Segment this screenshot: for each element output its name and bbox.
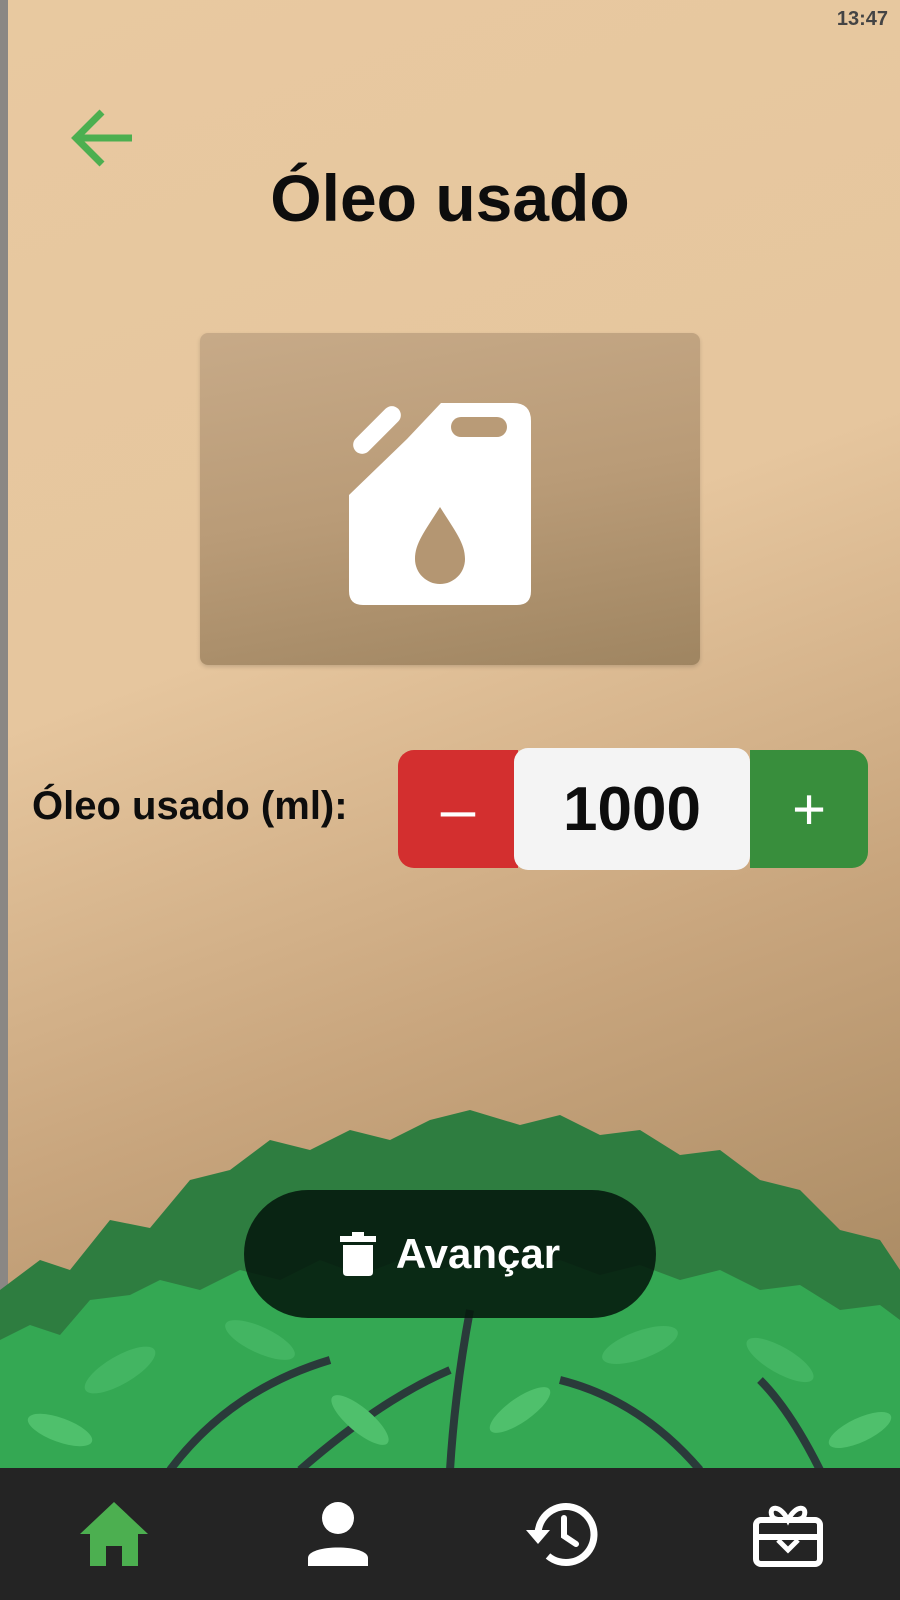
nav-item-history[interactable] [524, 1496, 600, 1572]
increment-label: + [792, 776, 826, 842]
bottom-nav [0, 1468, 900, 1600]
nav-item-home[interactable] [76, 1496, 152, 1572]
advance-button[interactable]: Avançar [244, 1190, 656, 1318]
page-title: Óleo usado [270, 161, 630, 235]
person-icon [308, 1502, 368, 1566]
hero-image-card [200, 333, 700, 665]
quantity-label: Óleo usado (ml): [32, 784, 348, 828]
home-icon [80, 1502, 148, 1566]
quantity-value[interactable]: 1000 [514, 748, 750, 870]
quantity-stepper: – 1000 + [398, 748, 868, 870]
advance-label: Avançar [395, 1230, 561, 1277]
nav-item-rewards[interactable] [750, 1496, 826, 1572]
trash-icon [339, 1232, 376, 1276]
status-time: 13:47 [836, 8, 888, 30]
oil-jerrycan-icon [349, 403, 531, 605]
decrement-button[interactable]: – [398, 750, 518, 868]
history-icon [526, 1503, 598, 1566]
increment-button[interactable]: + [750, 750, 868, 868]
nav-item-profile[interactable] [300, 1496, 376, 1572]
decrement-label: – [440, 774, 476, 844]
gift-card-icon [753, 1505, 823, 1567]
